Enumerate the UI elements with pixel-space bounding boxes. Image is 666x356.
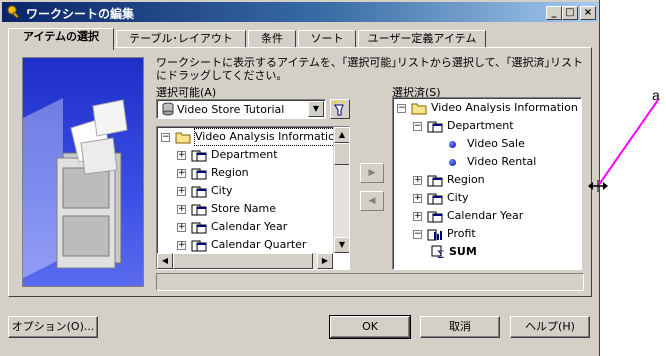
business-area-value: Video Store Tutorial <box>177 103 285 116</box>
ok-button[interactable]: OK <box>329 315 411 339</box>
expand-icon[interactable]: + <box>177 223 186 232</box>
selected-root-label: Video Analysis Information <box>431 101 578 114</box>
folder-table-icon <box>427 175 443 187</box>
tab-table-layout[interactable]: テーブル･レイアウト <box>116 30 246 48</box>
app-key-icon <box>7 5 19 19</box>
available-items-tree[interactable]: − Video Analysis Information + Departmen… <box>156 126 350 270</box>
tab-strip: アイテムの選択 テーブル･レイアウト 条件 ソート ユーザー定義アイテム <box>8 28 588 50</box>
folder-table-icon <box>191 150 207 162</box>
expand-icon[interactable]: + <box>177 151 186 160</box>
selected-item-label: Profit <box>447 227 476 240</box>
expand-icon[interactable]: + <box>413 212 422 221</box>
close-button[interactable]: × <box>580 6 596 20</box>
callout-label: a <box>652 87 660 103</box>
expand-icon[interactable]: + <box>177 205 186 214</box>
dropdown-arrow-icon[interactable]: ▼ <box>308 101 324 117</box>
collapse-icon[interactable]: − <box>161 133 170 142</box>
folder-table-icon <box>191 168 207 180</box>
expand-icon[interactable]: + <box>177 241 186 250</box>
tab-custom-items[interactable]: ユーザー定義アイテム <box>358 30 486 48</box>
callout-line <box>588 99 659 192</box>
tab-sort[interactable]: ソート <box>298 30 356 48</box>
scroll-up-button[interactable]: ▲ <box>334 127 349 143</box>
folder-icon <box>411 103 427 115</box>
scroll-thumb[interactable] <box>173 253 313 269</box>
selected-items-tree[interactable]: − Video Analysis Information − Departmen… <box>392 97 582 270</box>
bullet-icon <box>449 159 456 166</box>
minimize-button[interactable]: _ <box>546 6 562 20</box>
add-item-button[interactable]: ▶ <box>360 163 384 183</box>
help-button[interactable]: ヘルプ(H) <box>510 316 590 338</box>
options-button[interactable]: オプション(O)... <box>8 316 98 338</box>
available-item-label: Region <box>211 166 249 179</box>
expand-icon[interactable]: + <box>177 187 186 196</box>
tab-conditions[interactable]: 条件 <box>248 30 296 48</box>
collapse-icon[interactable]: − <box>413 122 422 131</box>
expand-icon[interactable]: + <box>177 169 186 178</box>
folder-table-icon <box>427 121 443 133</box>
expand-icon[interactable]: + <box>413 176 422 185</box>
status-bar <box>156 273 584 291</box>
instruction-text: ワークシートに表示するアイテムを、｢選択可能｣リストから選択して、｢選択済｣リス… <box>156 56 584 82</box>
window-title: ワークシートの編集 <box>26 7 135 21</box>
scroll-thumb[interactable] <box>334 143 349 165</box>
svg-text:Σ: Σ <box>437 250 444 259</box>
selected-item-label: Department <box>447 119 514 132</box>
available-root-label: Video Analysis Information <box>194 128 343 146</box>
remove-item-button[interactable]: ◀ <box>360 191 384 211</box>
resize-cursor-icon <box>588 180 608 192</box>
flashlight-icon <box>333 100 345 116</box>
folder-table-icon <box>427 211 443 223</box>
vertical-scrollbar[interactable]: ▲ ▼ <box>333 127 349 253</box>
available-item-label: City <box>211 184 233 197</box>
folder-table-icon <box>191 204 207 216</box>
scroll-down-button[interactable]: ▼ <box>334 237 349 253</box>
selected-item-label: Calendar Year <box>447 209 524 222</box>
folder-table-icon <box>191 240 207 252</box>
expand-icon[interactable]: + <box>413 194 422 203</box>
available-label: 選択可能(A) <box>156 86 217 99</box>
business-area-dropdown[interactable]: Video Store Tutorial ▼ <box>156 99 326 119</box>
collapse-icon[interactable]: − <box>397 104 406 113</box>
selected-subitem-label: Video Sale <box>467 137 525 150</box>
database-icon <box>162 102 174 116</box>
measure-folder-icon <box>427 229 442 241</box>
find-items-button[interactable] <box>330 99 350 119</box>
available-item-label: Department <box>211 148 278 161</box>
edit-worksheet-dialog: ワークシートの編集 _ □ × アイテムの選択 テーブル･レイアウト 条件 ソー… <box>0 0 600 356</box>
available-item-label: Store Name <box>211 202 277 215</box>
horizontal-scrollbar[interactable]: ◀ ▶ <box>157 253 333 269</box>
cancel-button[interactable]: 取消 <box>420 316 500 338</box>
available-item-label: Calendar Year <box>211 220 288 233</box>
wizard-illustration <box>22 57 144 287</box>
collapse-icon[interactable]: − <box>413 230 422 239</box>
selected-subitem-label: SUM <box>449 245 477 258</box>
tab-select-items[interactable]: アイテムの選択 <box>8 28 114 50</box>
folder-table-icon <box>191 222 207 234</box>
folder-table-icon <box>191 186 207 198</box>
folder-icon <box>175 132 191 144</box>
selected-item-label: City <box>447 191 469 204</box>
title-bar[interactable]: ワークシートの編集 _ □ × <box>2 2 598 22</box>
selected-subitem-label: Video Rental <box>467 155 537 168</box>
selected-item-label: Region <box>447 173 485 186</box>
scroll-right-button[interactable]: ▶ <box>317 253 333 269</box>
available-item-label: Calendar Quarter <box>211 238 307 251</box>
sum-icon: Σ <box>431 245 444 259</box>
bullet-icon <box>449 141 456 148</box>
folder-table-icon <box>427 193 443 205</box>
maximize-button[interactable]: □ <box>562 6 578 20</box>
scroll-left-button[interactable]: ◀ <box>157 253 173 269</box>
